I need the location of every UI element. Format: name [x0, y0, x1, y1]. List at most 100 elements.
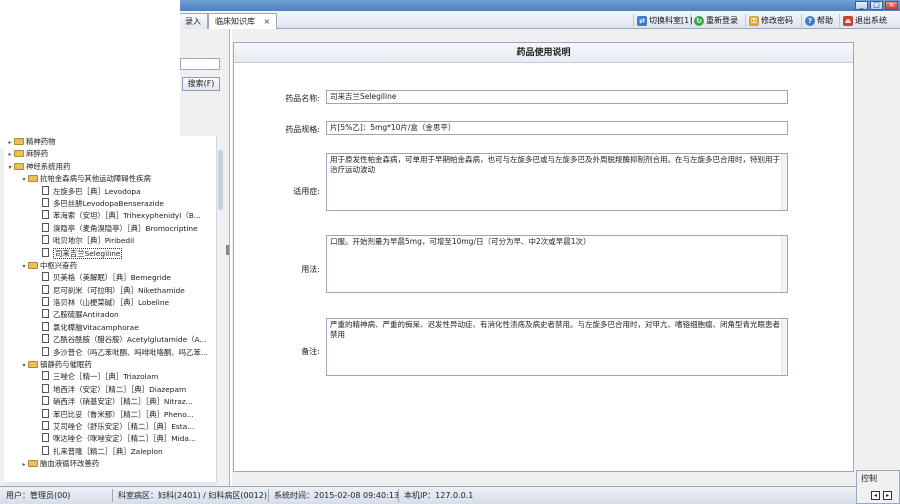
expand-toggle-icon[interactable]: ▸ — [20, 459, 28, 471]
tree-scroll-thumb[interactable] — [218, 150, 223, 210]
change-password-label: 修改密码 — [761, 16, 793, 25]
indication-scrollbar[interactable] — [781, 154, 787, 210]
tree-folder-node[interactable]: ▾ 中枢兴奋药 — [4, 260, 216, 272]
folder-icon — [14, 150, 24, 158]
document-icon — [42, 309, 49, 319]
document-icon — [42, 197, 49, 207]
tree-drug-item[interactable]: 苯海索（安坦）［典］Trihexyphenidyl（B... — [4, 210, 216, 222]
document-icon — [42, 210, 49, 220]
tree-drug-item[interactable]: 吡贝地尔［典］Piribedil — [4, 235, 216, 247]
tree-node-label: 咪达唑仑（咪唑安定）［精二］［典］Mida... — [53, 434, 196, 444]
tree-drug-item[interactable]: 硝西泮（硝基安定）［精二］［典］Nitraz... — [4, 396, 216, 408]
tree-vertical-scrollbar[interactable] — [216, 136, 224, 482]
switch-dept-label: 切换科室[1] — [649, 16, 693, 25]
tab-entry-label: 录入 — [185, 17, 201, 26]
control-prev-button[interactable]: ◂ — [871, 491, 880, 500]
tree-drug-item[interactable]: 多巴丝肼LevodopaBenserazide — [4, 197, 216, 210]
document-icon — [42, 185, 49, 195]
usage-field[interactable]: 口服。开始剂量为早晨5mg，可增至10mg/日（可分为早、中2次或早晨1次） — [326, 235, 788, 293]
tree-drug-item[interactable]: 贝美格（美解眠）［典］Bemegride — [4, 272, 216, 284]
tree-drug-item[interactable]: 洛贝林（山梗菜碱）［典］Lobeline — [4, 297, 216, 309]
lock-icon: ⚿ — [749, 15, 759, 26]
usage-scrollbar[interactable] — [781, 236, 787, 292]
tree-folder-node[interactable]: ▸ 脑血液循环改善药 — [4, 458, 216, 470]
document-icon — [42, 235, 49, 245]
tree-folder-node[interactable]: ▾ 神经系统用药 — [4, 161, 216, 173]
tree-node-label: 溴隐亭（麦角溴隐亭）［典］Bromocriptine — [53, 223, 198, 233]
tree-drug-item[interactable]: 三唑仑［精一］［典］Triazolam — [4, 371, 216, 383]
status-ip: 本机IP：127.0.0.1 — [404, 491, 474, 500]
refresh-icon: ↻ — [694, 15, 704, 26]
tree-drug-item[interactable]: 地西泮（安定）［精二］［典］Diazepam — [4, 383, 216, 396]
exit-button[interactable]: ⏏ 退出系统 — [839, 14, 887, 27]
tree-node-label: 苯海索（安坦）［典］Trihexyphenidyl（B... — [53, 211, 201, 221]
help-button[interactable]: ? 帮助 — [801, 14, 833, 27]
tree-drug-item[interactable]: 苯巴比妥（鲁米那）［精二］［典］Pheno... — [4, 408, 216, 421]
document-icon — [42, 383, 49, 393]
tree-node-label: 神经系统用药 — [26, 161, 71, 171]
tree-drug-item[interactable]: 乙酰谷酰胺（醋谷胺）Acetylglutamide（A... — [4, 334, 216, 346]
folder-icon — [14, 162, 24, 170]
tree-folder-node[interactable]: ▸ 麻醉药 — [4, 148, 216, 160]
relogin-button[interactable]: ↻ 重新登录 — [690, 14, 738, 27]
folder-icon — [28, 261, 38, 269]
document-icon — [42, 334, 49, 344]
notes-field[interactable]: 严重的精神病、严重的痴呆、迟发性异动症、有消化性溃疡及病史者禁用。与左旋多巴合用… — [326, 318, 788, 376]
document-icon — [42, 321, 49, 331]
status-bar: 用户：管理员(00) 科室病区：妇科(2401) / 妇科病区(0012) 系统… — [0, 486, 856, 504]
control-next-button[interactable]: ▸ — [883, 491, 892, 500]
indication-label: 适用症: — [293, 187, 320, 196]
tab-clinical-knowledge[interactable]: 临床知识库 × — [208, 13, 278, 29]
drug-spec-field[interactable]: 片[5%乙]：5mg*10片/盒（金思平） — [326, 121, 788, 135]
tree-drug-item[interactable]: 氯化樟脑Vitacamphorae — [4, 321, 216, 334]
drug-name-field[interactable]: 司来吉兰Selegiline — [326, 90, 788, 104]
tree-drug-item[interactable]: 艾司唑仑（舒乐安定）［精二］［典］Esta... — [4, 420, 216, 433]
window-controls: _ □ × — [855, 1, 898, 10]
tree-node-label: 苯巴比妥（鲁米那）［精二］［典］Pheno... — [53, 409, 194, 419]
tree-folder-node[interactable]: ▾ 抗帕金森病与其他运动障碍性疾病 — [4, 173, 216, 185]
tree-node-label: 地西泮（安定）［精二］［典］Diazepam — [53, 384, 187, 394]
search-button[interactable]: 搜索(F) — [182, 77, 220, 91]
search-input[interactable] — [180, 58, 220, 70]
panel-title: 药品使用说明 — [234, 43, 853, 63]
status-separator — [112, 489, 113, 502]
folder-icon — [14, 138, 24, 145]
drug-tree[interactable]: ▸ 精神药物 ▸ 麻醉药 ▾ 神经系统用药 ▾ 抗帕金森病与其他运动障碍性疾病 左旋多巴［典］L… — [4, 136, 216, 482]
tree-drug-item[interactable]: 司来吉兰Selegiline — [4, 247, 216, 260]
usage-label: 用法: — [301, 265, 320, 274]
drug-instructions-panel: 药品使用说明 药品名称: 司来吉兰Selegiline 药品规格: 片[5%乙]… — [233, 42, 854, 472]
usage-text: 口服。开始剂量为早晨5mg，可增至10mg/日（可分为早、中2次或早晨1次） — [330, 237, 591, 246]
tree-node-label: 贝美格（美解眠）［典］Bemegride — [53, 273, 171, 283]
tree-drug-item[interactable]: 左旋多巴［典］Levodopa — [4, 185, 216, 198]
close-window-button[interactable]: × — [885, 1, 898, 10]
change-password-button[interactable]: ⚿ 修改密码 — [745, 14, 793, 27]
tree-folder-node[interactable]: ▸ 精神药物 — [4, 136, 216, 148]
control-buttons: ◂ ▸ — [871, 491, 892, 500]
tree-drug-item[interactable]: 多沙普仑（吗乙苯吡酮、吗啡吡咯酮、吗乙苯... — [4, 346, 216, 359]
tree-drug-item[interactable]: 咪达唑仑（咪唑安定）［精二］［典］Mida... — [4, 433, 216, 445]
switch-dept-button[interactable]: ⇄ 切换科室[1] — [633, 14, 692, 27]
tree-drug-item[interactable]: 乙胺硫脲Antiradon — [4, 309, 216, 321]
indication-field[interactable]: 用于原发性帕金森病，可单用于早期帕金森病，也可与左旋多巴或与左旋多巴及外周脱羧酶… — [326, 153, 788, 211]
folder-icon — [28, 361, 38, 369]
document-icon — [42, 346, 49, 356]
right-pane: 药品使用说明 药品名称: 司来吉兰Selegiline 药品规格: 片[5%乙]… — [232, 29, 900, 486]
notes-text: 严重的精神病、严重的痴呆、迟发性异动症、有消化性溃疡及病史者禁用。与左旋多巴合用… — [330, 320, 780, 339]
minimize-button[interactable]: _ — [855, 1, 868, 10]
maximize-button[interactable]: □ — [870, 1, 883, 10]
tree-drug-item[interactable]: 溴隐亭（麦角溴隐亭）［典］Bromocriptine — [4, 222, 216, 235]
tree-node-label: 抗帕金森病与其他运动障碍性疾病 — [40, 174, 151, 184]
panel-splitter-handle[interactable] — [226, 245, 229, 255]
tree-node-label: 左旋多巴［典］Levodopa — [53, 186, 141, 196]
tree-drug-item[interactable]: 尼可刹米（可拉明）［典］Nikethamide — [4, 284, 216, 297]
tree-drug-item[interactable]: 扎来普隆［精二］［典］Zaleplon — [4, 445, 216, 458]
tree-node-label: 尼可刹米（可拉明）［典］Nikethamide — [53, 285, 185, 295]
status-separator — [398, 489, 399, 502]
exit-icon: ⏏ — [843, 15, 853, 26]
notes-scrollbar[interactable] — [781, 319, 787, 375]
control-box: 控制 ◂ ▸ — [856, 470, 900, 504]
tree-folder-node[interactable]: ▾ 镇静药与催眠药 — [4, 359, 216, 371]
tab-close-icon[interactable]: × — [264, 17, 271, 26]
document-icon — [42, 408, 49, 418]
tab-entry[interactable]: 录入 — [178, 13, 208, 29]
